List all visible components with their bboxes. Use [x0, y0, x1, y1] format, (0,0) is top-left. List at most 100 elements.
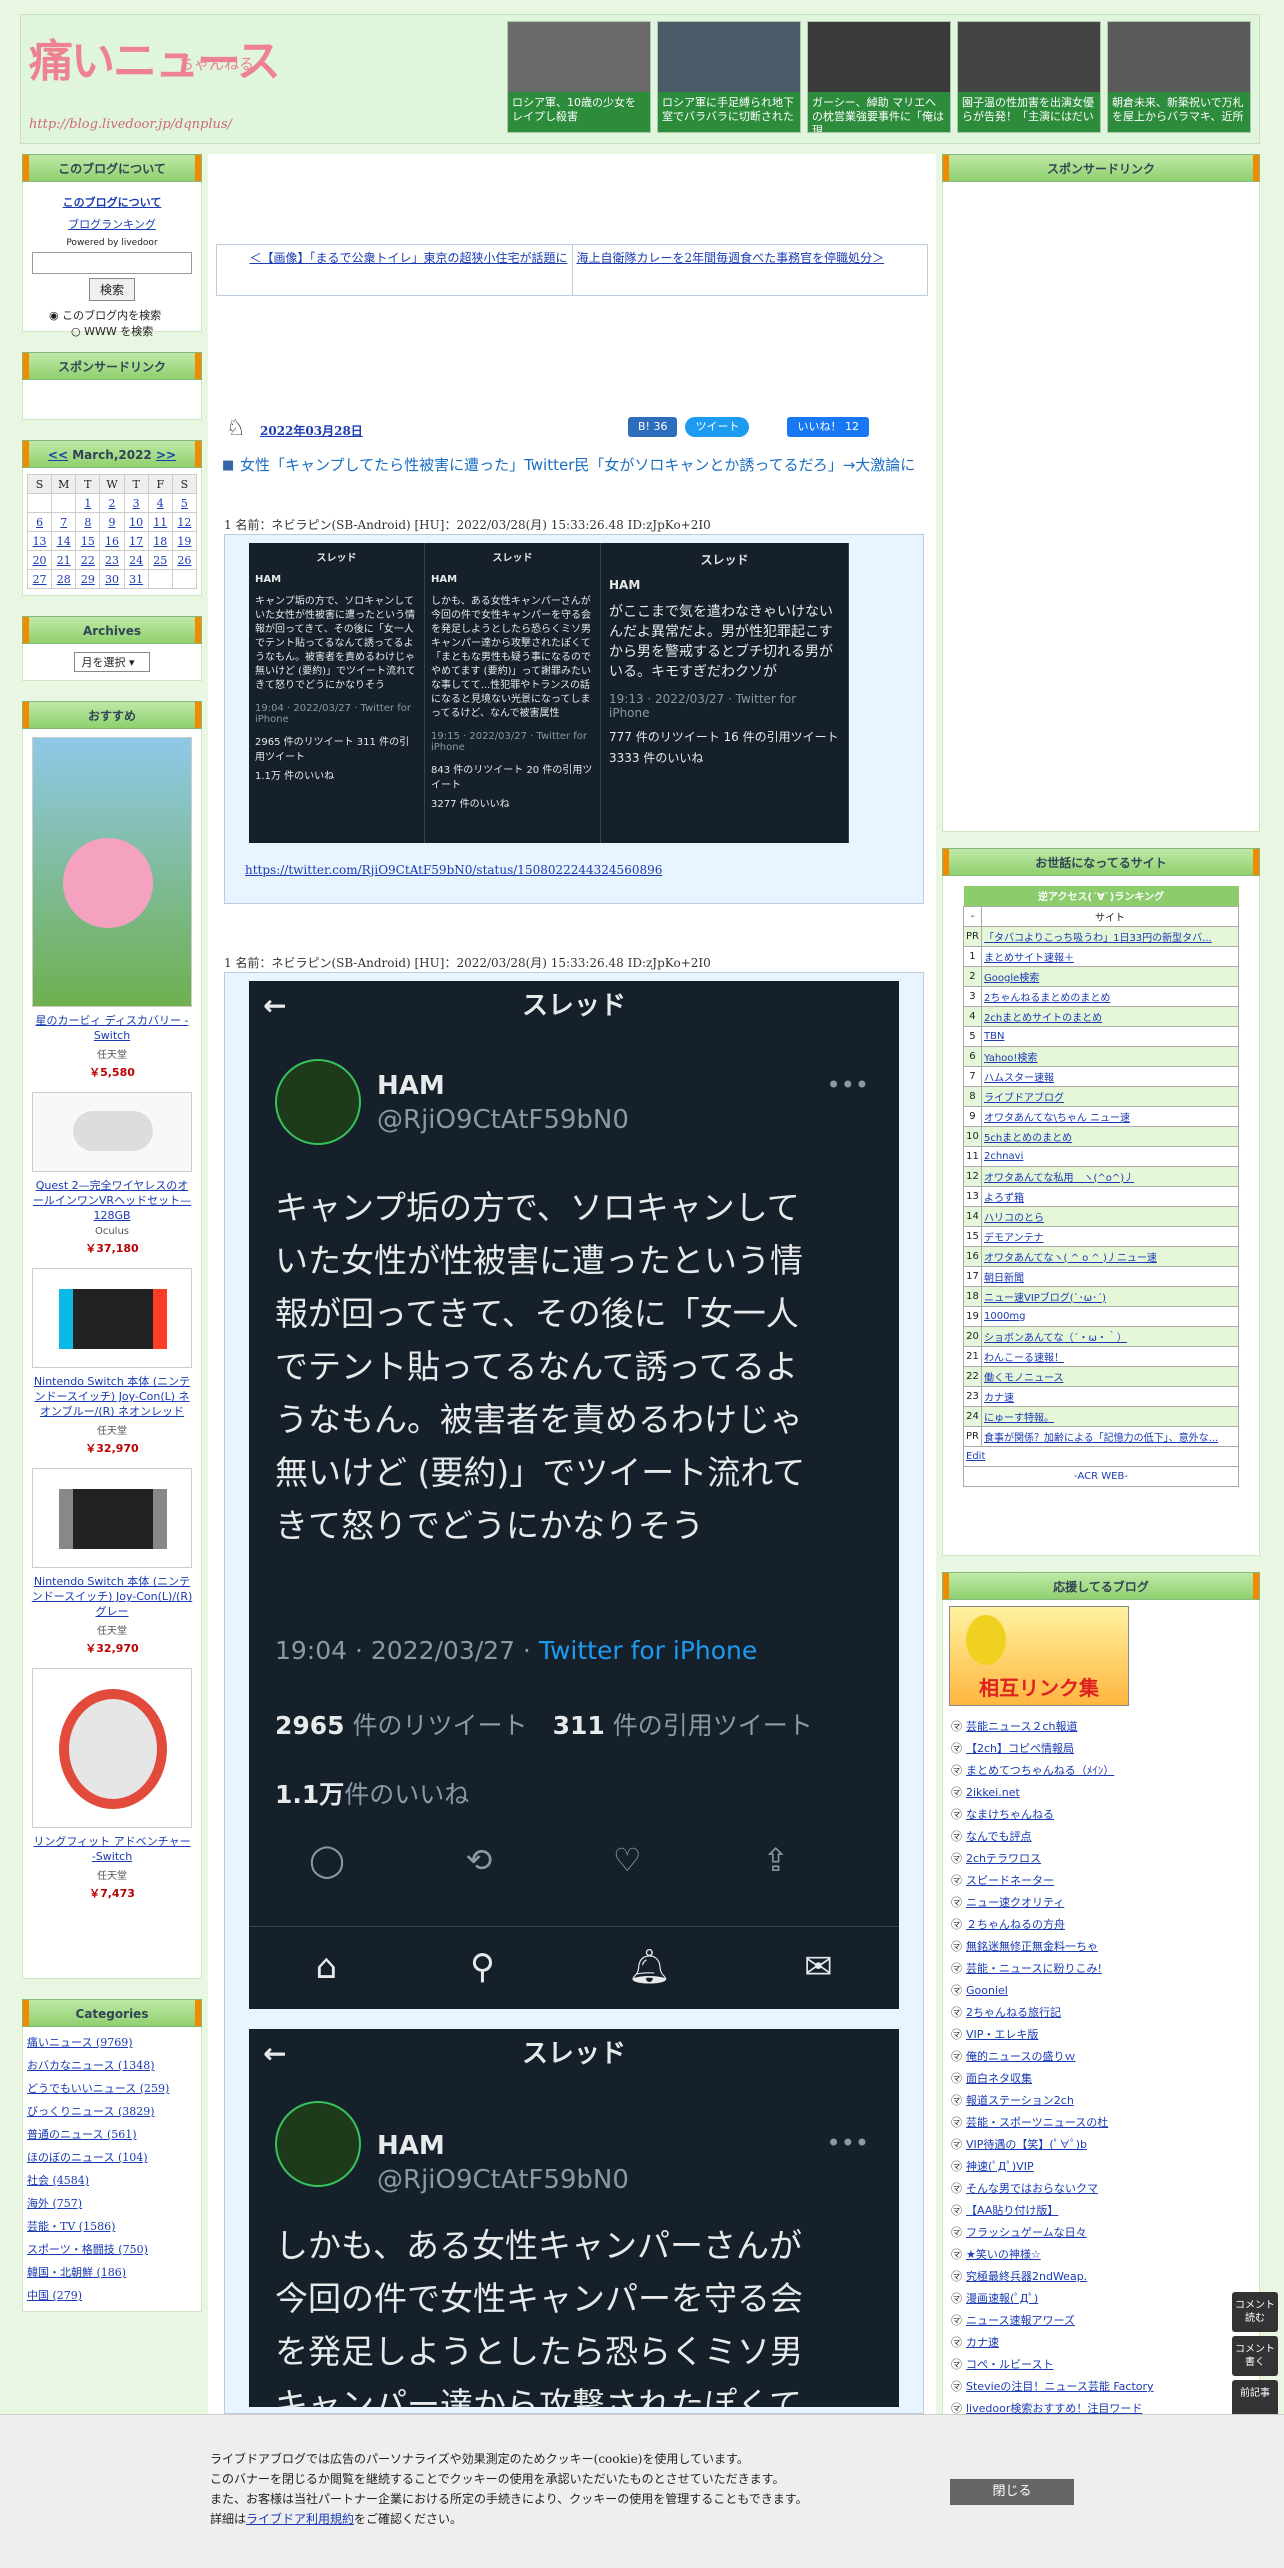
ranking-site-link[interactable]: オワタあんてな\ちゃん ニュー速: [984, 1113, 1130, 1124]
cal-day[interactable]: 3: [123, 493, 149, 513]
ranking-link[interactable]: ブログランキング: [68, 218, 156, 231]
category-link[interactable]: 中国 (279): [27, 2284, 197, 2307]
share-icon[interactable]: ⇪: [762, 1841, 789, 1879]
cal-day[interactable]: 19: [171, 531, 198, 551]
ranking-site-link[interactable]: Yahoo!検索: [984, 1053, 1037, 1064]
more-icon[interactable]: •••: [827, 1071, 869, 1099]
like-button[interactable]: いいね！ 12: [787, 417, 869, 437]
blog-link[interactable]: 芸能ニュース２ch報道: [951, 1716, 1251, 1738]
product-item[interactable]: リングフィット アドベンチャー -Switch 任天堂 ￥7,473: [31, 1668, 193, 1901]
cal-day[interactable]: 6: [26, 512, 53, 532]
cal-day[interactable]: 7: [51, 512, 77, 532]
ranking-site-link[interactable]: 朝日新聞: [984, 1273, 1024, 1284]
blog-link[interactable]: ニュース速報アワーズ: [951, 2310, 1251, 2332]
search-button[interactable]: 検索: [88, 278, 135, 301]
category-link[interactable]: ほのぼのニュース (104): [27, 2146, 197, 2169]
ranking-site-link[interactable]: TBN: [984, 1031, 1004, 1042]
blog-link[interactable]: ★笑いの神様☆: [951, 2244, 1251, 2266]
cal-day[interactable]: 5: [171, 493, 198, 513]
search-icon[interactable]: ⚲: [470, 1947, 495, 1987]
top-story[interactable]: ガーシー、綽助 マリエへの枕営業強要事件に「俺は現: [807, 21, 951, 133]
blog-link[interactable]: 2ちゃんねる旅行記: [951, 2002, 1251, 2024]
cal-day[interactable]: 21: [51, 550, 77, 570]
product-name[interactable]: 星のカービィ ディスカバリー -Switch: [31, 1013, 193, 1043]
back-arrow-icon[interactable]: ←: [263, 2029, 286, 2079]
cal-day[interactable]: 22: [75, 550, 101, 570]
top-story[interactable]: ロシア軍に手足縛られ地下室でバラバラに切断された: [657, 21, 801, 133]
blog-link[interactable]: VIP待遇の【笑】(ﾟ∀ﾟ)b: [951, 2134, 1251, 2156]
cookie-close-button[interactable]: 閉じる: [950, 2479, 1074, 2505]
blog-link[interactable]: 無銘迷無修正無金料一ちゃ: [951, 1936, 1251, 1958]
blog-link[interactable]: 神速(ﾟДﾟ)VIP: [951, 2156, 1251, 2178]
ranking-site-link[interactable]: 2chnavi: [984, 1151, 1023, 1162]
ranking-site-link[interactable]: 1000mg: [984, 1311, 1026, 1322]
blog-link[interactable]: なんでも評点: [951, 1826, 1251, 1848]
site-logo[interactable]: 痛いニュース ちゃんねる http://blog.livedoor.jp/dqn…: [29, 25, 499, 135]
comment-write-button[interactable]: コメント書く: [1232, 2336, 1278, 2376]
retweet-icon[interactable]: ⟲: [465, 1841, 492, 1879]
blog-link[interactable]: コペ・ルビースト: [951, 2354, 1251, 2376]
mail-icon[interactable]: ✉: [804, 1947, 833, 1987]
blog-link[interactable]: そんな男ではおらないクマ: [951, 2178, 1251, 2200]
category-link[interactable]: 痛いニュース (9769): [27, 2031, 197, 2054]
blog-link[interactable]: フラッシュゲームな日々: [951, 2222, 1251, 2244]
archives-select[interactable]: 月を選択 ▾: [74, 652, 150, 672]
blog-link[interactable]: 報道ステーション2ch: [951, 2090, 1251, 2112]
blog-link[interactable]: VIP・エレキ版: [951, 2024, 1251, 2046]
cal-next[interactable]: >>: [156, 448, 176, 462]
blog-link[interactable]: 【2ch】コピペ情報局: [951, 1738, 1251, 1760]
cal-day[interactable]: 14: [51, 531, 77, 551]
cal-day[interactable]: 11: [147, 512, 173, 532]
ranking-site-link[interactable]: 2ちゃんねるまとめのまとめ: [984, 993, 1110, 1004]
cal-day[interactable]: 2: [99, 493, 125, 513]
blog-link[interactable]: Gooniel: [951, 1980, 1251, 2002]
hatena-button[interactable]: B! 36: [628, 417, 678, 437]
cal-day[interactable]: 25: [147, 550, 173, 570]
tweet-user-id[interactable]: @RjiO9CtAtF59bN0: [377, 2165, 629, 2195]
ranking-site-link[interactable]: オワタあんてな私用 ヽ(^o^)丿: [984, 1173, 1134, 1184]
ranking-site-link[interactable]: よろず箱: [984, 1193, 1024, 1204]
about-link[interactable]: このブログについて: [63, 196, 162, 209]
blog-link[interactable]: 【AA貼り付け版】: [951, 2200, 1251, 2222]
cal-day[interactable]: 27: [26, 569, 53, 589]
product-item[interactable]: Nintendo Switch 本体 (ニンテンドースイッチ) Joy-Con(…: [31, 1468, 193, 1656]
radio-blog[interactable]: ◉: [49, 309, 62, 322]
ranking-site-link[interactable]: Google検索: [984, 973, 1039, 984]
ranking-site-link[interactable]: ショボンあんてな（´・ω・｀）: [984, 1333, 1127, 1344]
tweet-user-name[interactable]: HAM: [377, 2131, 445, 2161]
ranking-site-link[interactable]: デモアンテナ: [984, 1233, 1044, 1244]
product-name[interactable]: Nintendo Switch 本体 (ニンテンドースイッチ) Joy-Con(…: [31, 1574, 193, 1619]
cal-day[interactable]: 18: [147, 531, 173, 551]
category-link[interactable]: おバカなニュース (1348): [27, 2054, 197, 2077]
ranking-footer[interactable]: -ACR WEB-: [963, 1465, 1239, 1487]
blog-link[interactable]: 芸能・ニュースに粉りこみ!: [951, 1958, 1251, 1980]
category-link[interactable]: 韓国・北朝鮮 (186): [27, 2261, 197, 2284]
ranking-site-link[interactable]: カナ速: [984, 1393, 1014, 1404]
blog-link[interactable]: 究極最終兵器2ndWeap.: [951, 2266, 1251, 2288]
product-name[interactable]: Nintendo Switch 本体 (ニンテンドースイッチ) Joy-Con(…: [31, 1374, 193, 1419]
tweet-user-id[interactable]: @RjiO9CtAtF59bN0: [377, 1105, 629, 1135]
product-name[interactable]: Quest 2—完全ワイヤレスのオールインワンVRヘッドセット—128GB: [31, 1178, 193, 1223]
ranking-site-link[interactable]: ハリコのとら: [984, 1213, 1044, 1224]
category-link[interactable]: 普通のニュース (561): [27, 2123, 197, 2146]
blog-link[interactable]: なまけちゃんねる: [951, 1804, 1251, 1826]
search-input[interactable]: [32, 252, 192, 274]
ranking-edit[interactable]: Edit: [966, 1451, 985, 1462]
cal-day[interactable]: 31: [123, 569, 149, 589]
blog-link[interactable]: 面白ネタ収集: [951, 2068, 1251, 2090]
tweet-via[interactable]: Twitter for iPhone: [539, 1636, 757, 1665]
cal-day[interactable]: 28: [51, 569, 77, 589]
reply-icon[interactable]: ◯: [309, 1841, 345, 1879]
product-item[interactable]: 星のカービィ ディスカバリー -Switch 任天堂 ￥5,580: [31, 737, 193, 1080]
ranking-site-link[interactable]: オワタあんてなヽ( ^ o ^ )丿ニュー速: [984, 1253, 1157, 1264]
ranking-site-link[interactable]: わんこーる速報！: [984, 1353, 1064, 1364]
cal-day[interactable]: 9: [99, 512, 125, 532]
link-banner[interactable]: 相互リンク集: [949, 1606, 1129, 1706]
ranking-site-link[interactable]: 2chまとめサイトのまとめ: [984, 1013, 1102, 1024]
product-item[interactable]: Nintendo Switch 本体 (ニンテンドースイッチ) Joy-Con(…: [31, 1268, 193, 1456]
blog-link[interactable]: Stevieの注目！ニュース芸能 Factory: [951, 2376, 1251, 2398]
blog-link[interactable]: 俺的ニュースの盛りｗ: [951, 2046, 1251, 2068]
more-icon[interactable]: •••: [827, 2129, 869, 2157]
ranking-site-link[interactable]: ライブドアブログ: [984, 1093, 1064, 1104]
blog-link[interactable]: ２ちゃんねるの方舟: [951, 1914, 1251, 1936]
